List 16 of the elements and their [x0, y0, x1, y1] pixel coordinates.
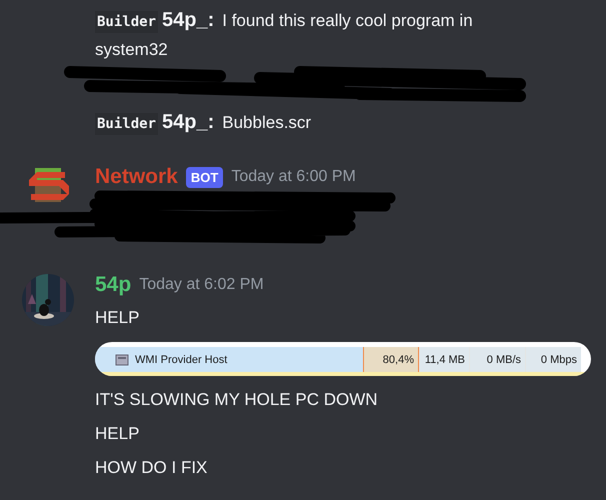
timestamp: Today at 6:02 PM — [139, 276, 264, 294]
username[interactable]: 54p — [95, 273, 132, 297]
timestamp: Today at 6:00 PM — [231, 168, 356, 186]
message-text: HOW DO I FIX — [95, 457, 208, 479]
table-cell: 0 Mbps — [525, 347, 581, 372]
bot-tag: BOT — [186, 166, 224, 188]
process-icon — [115, 354, 129, 366]
message-text: HELP — [95, 307, 140, 329]
message-text: HELP — [95, 423, 140, 445]
process-name: WMI Provider Host — [135, 354, 228, 366]
table-cell: 80,4% — [363, 347, 419, 372]
message-text: IT'S SLOWING MY HOLE PC DOWN — [95, 389, 379, 411]
table-cell: 11,4 MB — [419, 347, 469, 372]
table-cell: 0 MB/s — [469, 347, 525, 372]
message-text: Builder 54p_: Bubbles.scr — [95, 110, 312, 137]
message-text: Builder 54p_: I found this really cool program in system32 — [95, 8, 474, 61]
